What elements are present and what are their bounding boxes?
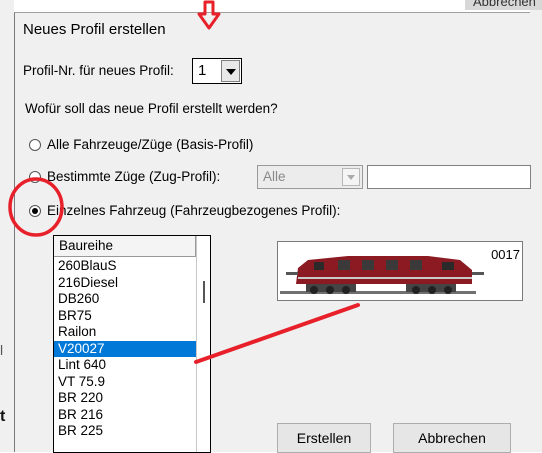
cancel-button[interactable]: Abbrechen	[393, 423, 511, 453]
list-item[interactable]: BR 216	[54, 407, 196, 424]
list-item[interactable]: Railon	[54, 324, 196, 341]
profile-number-value: 1	[198, 62, 207, 79]
list-item[interactable]: VT 75.9	[54, 374, 196, 391]
list-item[interactable]: BR 220	[54, 390, 196, 407]
profile-number-select[interactable]: 1	[192, 58, 242, 84]
chevron-down-icon	[347, 175, 355, 180]
list-item-selected[interactable]: V20027	[54, 340, 196, 357]
list-item[interactable]: 260BlauS	[54, 258, 196, 275]
train-filter-value: Alle	[263, 169, 286, 184]
radio-label-specific-trains: Bestimmte Züge (Zug-Profil):	[47, 169, 221, 184]
dialog-title: Neues Profil erstellen	[23, 21, 166, 38]
vehicle-listbox[interactable]: Baureihe 260BlauS 216Diesel DB260 BR75 Railo…	[53, 235, 211, 453]
chevron-down-icon	[226, 69, 236, 75]
radio-label-all-vehicles: Alle Fahrzeuge/Züge (Basis-Profil)	[47, 137, 254, 152]
list-header-label: Baureihe	[59, 238, 114, 253]
list-column-header[interactable]: Baureihe	[54, 236, 196, 257]
list-item[interactable]: BR 225	[54, 423, 196, 440]
list-item[interactable]: 216Diesel	[54, 275, 196, 292]
vehicle-list-items: 260BlauS 216Diesel DB260 BR75 Railon V20027 Li…	[54, 258, 196, 440]
list-item[interactable]: BR75	[54, 308, 196, 325]
scrollbar-thumb[interactable]	[203, 281, 205, 303]
profile-question: Wofür soll das neue Profil erstellt werd…	[25, 101, 278, 116]
profile-number-label: Profil-Nr. für neues Profil:	[23, 63, 174, 78]
vehicle-id-label: 0017	[491, 247, 520, 262]
new-profile-dialog: Neues Profil erstellen Profil-Nr. für ne…	[14, 12, 531, 453]
background-window-right	[530, 0, 542, 452]
radio-button[interactable]	[29, 139, 41, 151]
list-item[interactable]: DB260	[54, 291, 196, 308]
background-fragment-text: Abbrechen	[473, 0, 536, 9]
radio-button[interactable]	[29, 171, 41, 183]
train-filter-select: Alle	[257, 165, 363, 189]
train-text-field[interactable]	[367, 165, 531, 189]
background-window-top-right: Abbrechen	[465, 0, 542, 10]
background-left-fragment-2: t	[0, 408, 6, 425]
list-item[interactable]: Lint 640	[54, 357, 196, 374]
vehicle-preview: 0017	[277, 241, 523, 301]
background-window-left	[0, 0, 14, 452]
background-left-fragment-1: l	[0, 342, 4, 358]
radio-button-checked[interactable]	[29, 205, 41, 217]
radio-label-single-vehicle: Einzelnes Fahrzeug (Fahrzeugbezogenes Pr…	[47, 203, 341, 218]
train-filter-dropdown-button	[342, 168, 360, 186]
locomotive-image	[280, 256, 484, 294]
create-button[interactable]: Erstellen	[277, 423, 371, 453]
list-scrollbar[interactable]	[196, 236, 210, 452]
profile-number-dropdown-button[interactable]	[221, 60, 240, 82]
